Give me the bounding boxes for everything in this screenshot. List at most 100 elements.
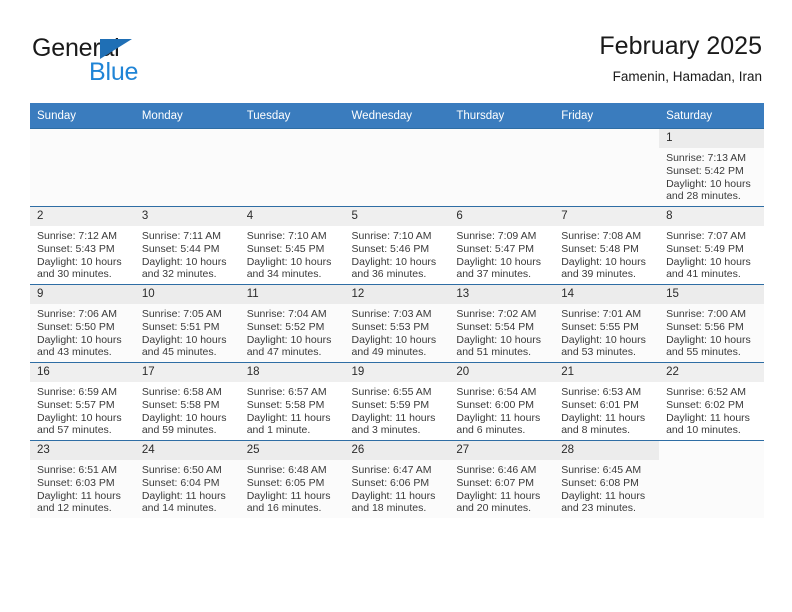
sunset-text: Sunset: 5:44 PM (141, 242, 220, 255)
calendar-day-cell[interactable]: 23 Sunrise: 6:51 AM Sunset: 6:03 PM Dayligh… (30, 440, 135, 518)
calendar-day-cell[interactable]: 21 Sunrise: 6:53 AM Sunset: 6:01 PM Dayligh… (554, 362, 660, 441)
calendar-day-cell[interactable]: 8 Sunrise: 7:07 AM Sunset: 5:49 PM Daylight… (659, 206, 764, 285)
calendar-day-cell[interactable]: 15 Sunrise: 7:00 AM Sunset: 5:56 PM Dayligh… (659, 284, 764, 363)
weekday-header-tuesday: Tuesday (239, 103, 345, 129)
day-number: 12 (344, 285, 450, 304)
sunset-text: Sunset: 5:59 PM (351, 398, 430, 411)
sunset-text: Sunset: 6:06 PM (351, 476, 430, 489)
sunrise-text: Sunrise: 7:13 AM (666, 152, 747, 164)
daylight-text: Daylight: 11 hours and 1 minute. (246, 411, 331, 437)
day-details: Sunrise: 6:47 AM Sunset: 6:06 PM Daylight:… (345, 460, 450, 515)
brand-logo[interactable]: General Blue (32, 34, 232, 90)
day-number: 26 (344, 441, 450, 460)
day-details: Sunrise: 7:13 AM Sunset: 5:42 PM Daylight:… (659, 148, 764, 203)
calendar-day-cell[interactable]: 6 Sunrise: 7:09 AM Sunset: 5:47 PM Daylight… (449, 206, 555, 285)
calendar-day-cell[interactable]: 18 Sunrise: 6:57 AM Sunset: 5:58 PM Dayligh… (239, 362, 345, 441)
calendar-day-cell[interactable]: 20 Sunrise: 6:54 AM Sunset: 6:00 PM Dayligh… (449, 362, 555, 441)
daylight-text: Daylight: 10 hours and 32 minutes. (141, 255, 227, 281)
daylight-text: Daylight: 10 hours and 49 minutes. (351, 333, 437, 359)
daylight-text: Daylight: 11 hours and 3 minutes. (351, 411, 436, 437)
calendar-day-cell[interactable]: 24 Sunrise: 6:50 AM Sunset: 6:04 PM Dayligh… (134, 440, 240, 518)
daylight-text: Daylight: 10 hours and 43 minutes. (37, 333, 122, 359)
day-number: 28 (554, 441, 660, 460)
day-number: 19 (344, 363, 450, 382)
calendar-day-cell[interactable]: 13 Sunrise: 7:02 AM Sunset: 5:54 PM Dayligh… (449, 284, 555, 363)
daylight-text: Daylight: 11 hours and 10 minutes. (666, 411, 750, 437)
day-details: Sunrise: 6:46 AM Sunset: 6:07 PM Daylight:… (449, 460, 554, 515)
page-header: General Blue February 2025 Famenin, Hama… (30, 30, 762, 96)
day-details: Sunrise: 6:51 AM Sunset: 6:03 PM Daylight:… (30, 460, 135, 515)
calendar-header-row: Sunday Monday Tuesday Wednesday Thursday… (30, 103, 764, 129)
calendar-day-cell[interactable]: 14 Sunrise: 7:01 AM Sunset: 5:55 PM Dayligh… (554, 284, 660, 363)
calendar-day-cell[interactable]: 3 Sunrise: 7:11 AM Sunset: 5:44 PM Daylight… (134, 206, 240, 285)
weekday-header-thursday: Thursday (449, 103, 555, 129)
calendar-day-cell[interactable]: 22 Sunrise: 6:52 AM Sunset: 6:02 PM Dayligh… (659, 362, 764, 441)
daylight-text: Daylight: 11 hours and 18 minutes. (351, 489, 436, 515)
day-details: Sunrise: 6:50 AM Sunset: 6:04 PM Daylight:… (135, 460, 240, 515)
day-number: 3 (134, 207, 240, 226)
calendar-day-cell[interactable]: 4 Sunrise: 7:10 AM Sunset: 5:45 PM Daylight… (239, 206, 345, 285)
day-number: 14 (554, 285, 660, 304)
day-details: Sunrise: 6:48 AM Sunset: 6:05 PM Daylight:… (240, 460, 345, 515)
daylight-text: Daylight: 10 hours and 55 minutes. (666, 333, 751, 359)
calendar-body: 1 Sunrise: 7:13 AM Sunset: 5:42 PM Daylight… (30, 128, 764, 518)
day-number (240, 129, 345, 148)
calendar-day-cell[interactable]: 12 Sunrise: 7:03 AM Sunset: 5:53 PM Dayligh… (344, 284, 450, 363)
calendar-day-cell[interactable]: 5 Sunrise: 7:10 AM Sunset: 5:46 PM Daylight… (344, 206, 450, 285)
calendar-day-cell[interactable]: 25 Sunrise: 6:48 AM Sunset: 6:05 PM Dayligh… (239, 440, 345, 518)
sunrise-text: Sunrise: 7:00 AM (666, 308, 747, 320)
daylight-text: Daylight: 10 hours and 41 minutes. (666, 255, 751, 281)
sunrise-text: Sunrise: 6:57 AM (246, 386, 327, 398)
title-block: February 2025 Famenin, Hamadan, Iran (599, 30, 762, 87)
sunset-text: Sunset: 6:01 PM (561, 398, 639, 411)
sunrise-text: Sunrise: 7:09 AM (456, 230, 537, 242)
calendar-day-cell[interactable]: 16 Sunrise: 6:59 AM Sunset: 5:57 PM Dayligh… (30, 362, 135, 441)
weekday-header-sunday: Sunday (30, 103, 135, 129)
daylight-text: Daylight: 10 hours and 47 minutes. (246, 333, 332, 359)
calendar-day-cell[interactable]: 27 Sunrise: 6:46 AM Sunset: 6:07 PM Dayligh… (449, 440, 555, 518)
sunrise-text: Sunrise: 6:45 AM (561, 464, 642, 476)
sunset-text: Sunset: 6:04 PM (141, 476, 220, 489)
calendar-day-cell[interactable]: 10 Sunrise: 7:05 AM Sunset: 5:51 PM Dayligh… (134, 284, 240, 363)
sunset-text: Sunset: 5:55 PM (561, 320, 639, 333)
calendar-day-cell[interactable]: 26 Sunrise: 6:47 AM Sunset: 6:06 PM Dayligh… (344, 440, 450, 518)
calendar-cell-empty (344, 128, 450, 207)
sunset-text: Sunset: 5:58 PM (141, 398, 220, 411)
calendar-week-row: 16 Sunrise: 6:59 AM Sunset: 5:57 PM Dayligh… (30, 362, 764, 441)
calendar-day-cell[interactable]: 1 Sunrise: 7:13 AM Sunset: 5:42 PM Daylight… (659, 128, 764, 207)
calendar-day-cell[interactable]: 17 Sunrise: 6:58 AM Sunset: 5:58 PM Dayligh… (134, 362, 240, 441)
weekday-header-monday: Monday (134, 103, 240, 129)
day-number: 21 (554, 363, 660, 382)
day-details: Sunrise: 6:45 AM Sunset: 6:08 PM Daylight:… (554, 460, 659, 515)
daylight-text: Daylight: 10 hours and 37 minutes. (456, 255, 542, 281)
calendar-day-cell[interactable]: 28 Sunrise: 6:45 AM Sunset: 6:08 PM Dayligh… (554, 440, 660, 518)
calendar-cell-empty (134, 128, 240, 207)
calendar-table: Sunday Monday Tuesday Wednesday Thursday… (30, 103, 764, 518)
calendar-cell-empty (30, 128, 135, 207)
calendar-day-cell[interactable]: 9 Sunrise: 7:06 AM Sunset: 5:50 PM Daylight… (30, 284, 135, 363)
day-number: 4 (239, 207, 345, 226)
calendar-week-row: 23 Sunrise: 6:51 AM Sunset: 6:03 PM Dayligh… (30, 440, 764, 518)
daylight-text: Daylight: 10 hours and 28 minutes. (666, 177, 751, 203)
daylight-text: Daylight: 10 hours and 59 minutes. (141, 411, 227, 437)
calendar-day-cell[interactable]: 2 Sunrise: 7:12 AM Sunset: 5:43 PM Daylight… (30, 206, 135, 285)
calendar-day-cell[interactable]: 7 Sunrise: 7:08 AM Sunset: 5:48 PM Daylight… (554, 206, 660, 285)
calendar-day-cell[interactable]: 19 Sunrise: 6:55 AM Sunset: 5:59 PM Dayligh… (344, 362, 450, 441)
daylight-text: Daylight: 10 hours and 34 minutes. (246, 255, 332, 281)
sunset-text: Sunset: 5:57 PM (37, 398, 115, 411)
day-number: 6 (449, 207, 555, 226)
sunset-text: Sunset: 6:02 PM (666, 398, 744, 411)
calendar-week-row: 2 Sunrise: 7:12 AM Sunset: 5:43 PM Daylight… (30, 206, 764, 285)
day-number: 11 (239, 285, 345, 304)
day-number: 15 (659, 285, 764, 304)
day-number: 5 (344, 207, 450, 226)
sunrise-text: Sunrise: 7:02 AM (456, 308, 537, 320)
calendar-cell-empty (659, 440, 764, 518)
page-subtitle: Famenin, Hamadan, Iran (612, 69, 762, 84)
daylight-text: Daylight: 10 hours and 36 minutes. (351, 255, 437, 281)
day-details: Sunrise: 7:10 AM Sunset: 5:45 PM Daylight:… (240, 226, 345, 281)
day-number: 22 (659, 363, 764, 382)
calendar-day-cell[interactable]: 11 Sunrise: 7:04 AM Sunset: 5:52 PM Dayligh… (239, 284, 345, 363)
day-number: 13 (449, 285, 555, 304)
daylight-text: Daylight: 10 hours and 45 minutes. (141, 333, 227, 359)
